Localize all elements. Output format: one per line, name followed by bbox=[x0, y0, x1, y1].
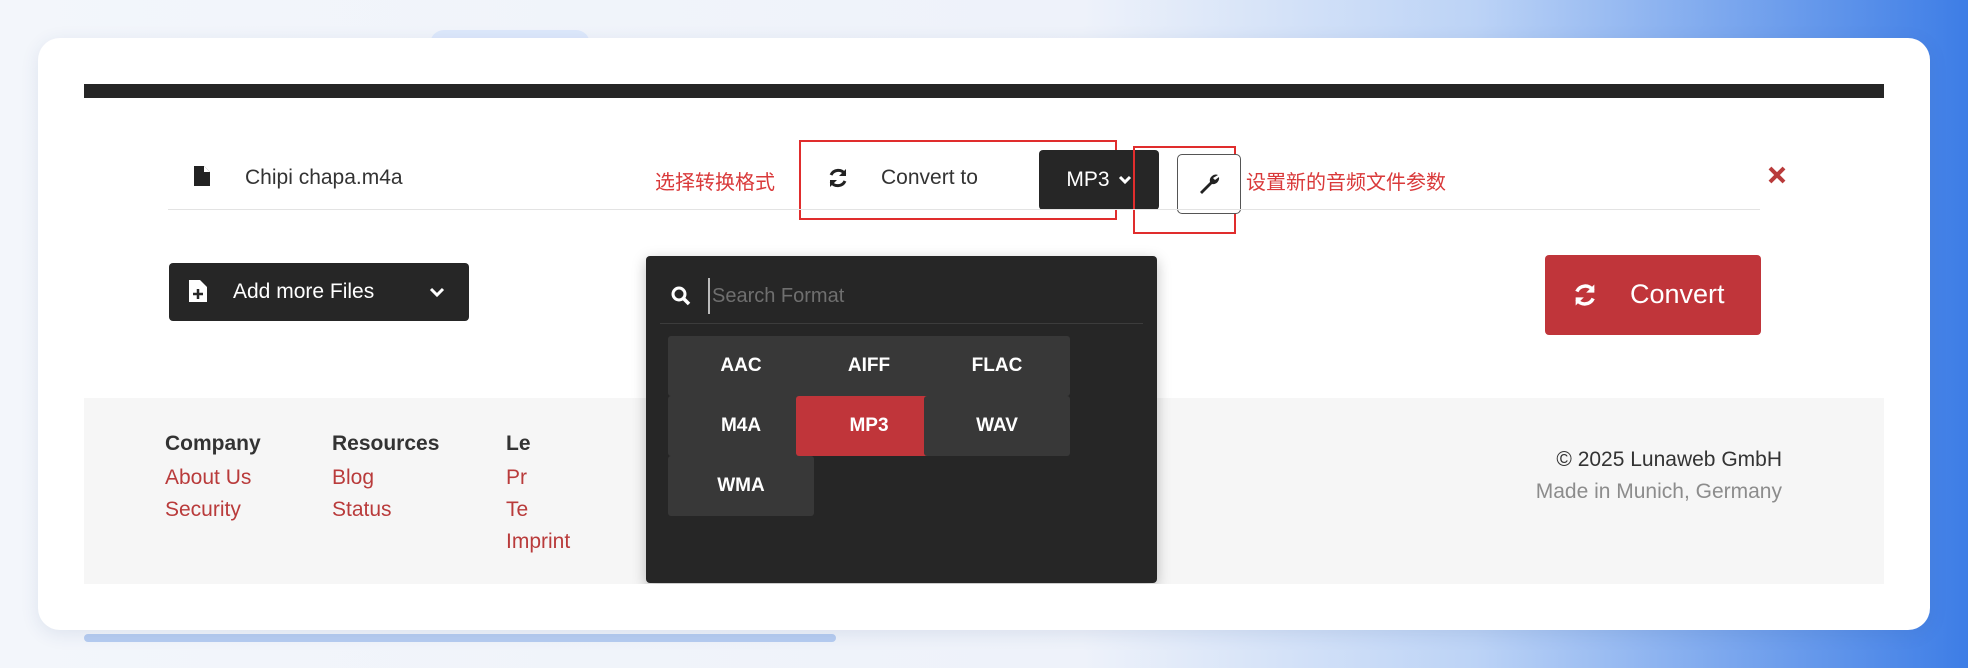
footer-link-imprint[interactable]: Imprint bbox=[506, 530, 570, 554]
screenshot-card: Chipi chapa.m4a 选择转换格式 Convert to MP3 设置… bbox=[38, 38, 1930, 630]
format-option-aac[interactable]: AAC bbox=[668, 336, 814, 396]
format-option-flac[interactable]: FLAC bbox=[924, 336, 1070, 396]
top-dark-bar bbox=[84, 84, 1884, 98]
footer-link-privacy[interactable]: Pr bbox=[506, 466, 527, 490]
search-format-input[interactable] bbox=[708, 278, 1128, 314]
wrench-icon bbox=[1200, 174, 1220, 194]
row-divider bbox=[168, 209, 1760, 210]
annotation-choose-format: 选择转换格式 bbox=[655, 172, 775, 194]
file-name: Chipi chapa.m4a bbox=[245, 166, 403, 189]
file-icon bbox=[194, 166, 210, 186]
footer-heading-resources: Resources bbox=[332, 432, 440, 455]
footer-link-terms[interactable]: Te bbox=[506, 498, 528, 522]
chevron-down-icon bbox=[429, 287, 445, 298]
chevron-down-icon bbox=[1118, 175, 1131, 185]
format-option-mp3[interactable]: MP3 bbox=[796, 396, 942, 456]
footer-link-status[interactable]: Status bbox=[332, 498, 392, 522]
made-in-text: Made in Munich, Germany bbox=[1535, 480, 1782, 503]
convert-button[interactable]: Convert bbox=[1545, 255, 1761, 335]
format-option-wav[interactable]: WAV bbox=[924, 396, 1070, 456]
footer-link-about-us[interactable]: About Us bbox=[165, 466, 251, 490]
footer-link-security[interactable]: Security bbox=[165, 498, 241, 522]
format-dropdown: AAC AIFF FLAC M4A MP3 WAV WMA bbox=[646, 256, 1157, 583]
search-icon bbox=[671, 286, 691, 306]
copyright-text: © 2025 Lunaweb GmbH bbox=[1556, 448, 1782, 471]
close-icon[interactable] bbox=[1766, 164, 1788, 186]
add-more-files-label: Add more Files bbox=[233, 280, 375, 303]
annotation-audio-settings: 设置新的音频文件参数 bbox=[1246, 172, 1446, 194]
add-more-files-button[interactable]: Add more Files bbox=[169, 263, 469, 321]
file-plus-icon bbox=[189, 280, 207, 302]
footer-link-blog[interactable]: Blog bbox=[332, 466, 374, 490]
convert-button-label: Convert bbox=[1630, 279, 1725, 309]
footer-heading-company: Company bbox=[165, 432, 261, 455]
app-viewport: Chipi chapa.m4a 选择转换格式 Convert to MP3 设置… bbox=[84, 84, 1884, 584]
footer-heading-legal: Le bbox=[506, 432, 531, 455]
selected-format: MP3 bbox=[1066, 168, 1110, 191]
sync-icon bbox=[829, 168, 847, 188]
dropdown-divider bbox=[660, 323, 1143, 324]
convert-to-label: Convert to bbox=[881, 166, 978, 189]
background-bar bbox=[84, 634, 836, 642]
format-option-wma[interactable]: WMA bbox=[668, 456, 814, 516]
format-option-aiff[interactable]: AIFF bbox=[796, 336, 942, 396]
settings-button[interactable] bbox=[1177, 154, 1241, 214]
format-option-m4a[interactable]: M4A bbox=[668, 396, 814, 456]
sync-icon bbox=[1575, 284, 1595, 306]
